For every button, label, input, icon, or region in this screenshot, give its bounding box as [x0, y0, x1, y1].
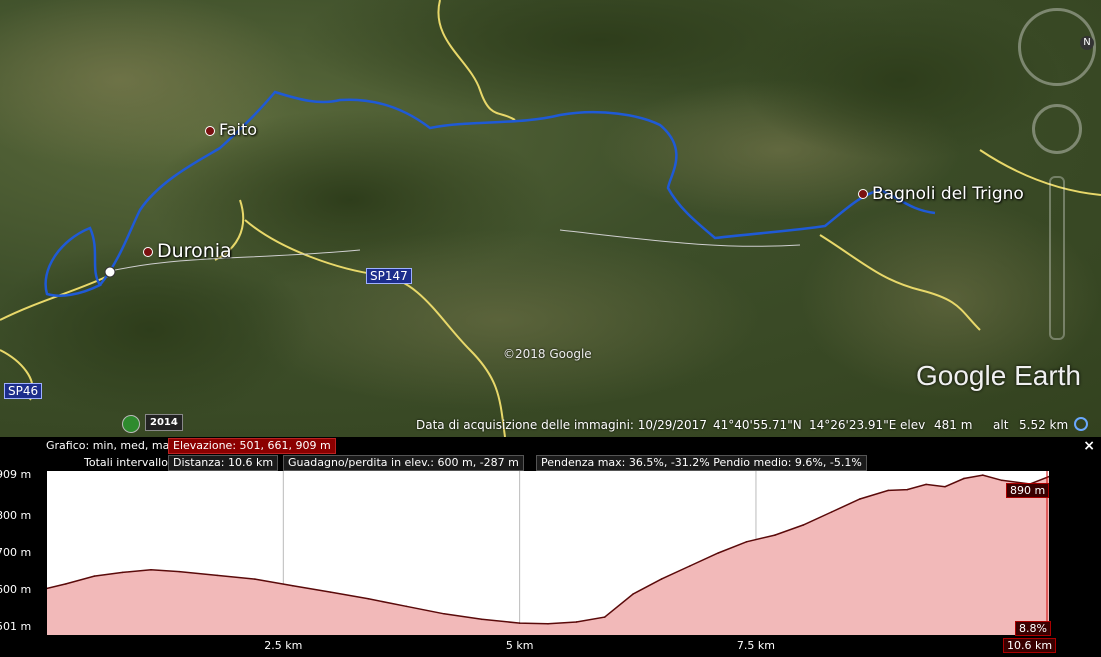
- elevation-point: [329, 591, 332, 593]
- pan-control-icon[interactable]: [1032, 104, 1082, 154]
- place-label: Faito: [219, 120, 258, 139]
- elevation-point: [603, 616, 606, 618]
- cursor-distance-label: 10.6 km: [1003, 638, 1057, 653]
- elevation-summary: Elevazione: 501, 661, 909 m: [168, 438, 336, 454]
- alt-value: 5.52 km: [1019, 418, 1069, 432]
- x-tick-label: 7.5 km: [736, 639, 775, 652]
- cursor-slope-label: 8.8%: [1015, 621, 1051, 636]
- elevation-point: [982, 474, 984, 476]
- elevation-point: [481, 618, 483, 621]
- place-label: Bagnoli del Trigno: [872, 184, 1024, 204]
- elevation-point: [1000, 479, 1003, 482]
- elevation-point: [150, 568, 152, 571]
- distance-summary: Distanza: 10.6 km: [168, 455, 279, 471]
- map-view[interactable]: Faito Duronia Bagnoli del Trigno SP147 S…: [0, 0, 1101, 437]
- copyright-text: ©2018 Google: [503, 347, 592, 361]
- elevation-point: [745, 541, 748, 543]
- elevation-point: [518, 622, 521, 624]
- north-indicator[interactable]: N: [1080, 36, 1094, 50]
- y-tick-label: 700 m: [0, 546, 32, 559]
- graph-label: Grafico: min, med, max: [46, 439, 176, 452]
- place-marker-icon: [205, 125, 215, 136]
- elevation-point: [944, 485, 946, 488]
- elevation-point: [802, 524, 805, 526]
- close-profile-button[interactable]: ×: [1083, 438, 1095, 454]
- cursor-elevation-label: 890 m: [1006, 483, 1050, 498]
- elevation-point: [547, 623, 549, 625]
- y-tick-label: 501 m: [0, 620, 32, 634]
- elevation-area: [47, 475, 1049, 635]
- y-tick-label: 600 m: [0, 583, 32, 597]
- elevation-point: [963, 477, 965, 480]
- elev-value: 481 m: [934, 418, 973, 432]
- elevation-point: [660, 578, 663, 580]
- elevation-chart[interactable]: [47, 471, 1049, 635]
- zoom-slider[interactable]: [1049, 176, 1065, 340]
- elevation-point: [717, 552, 719, 554]
- elevation-point: [178, 570, 181, 573]
- elevation-point: [859, 498, 861, 500]
- google-earth-logo: Google Earth: [916, 360, 1081, 391]
- y-tick-label: 800 m: [0, 508, 32, 522]
- elevation-point: [887, 489, 890, 492]
- navigation-controls[interactable]: N: [1018, 8, 1096, 340]
- elevation-profile-panel: Grafico: min, med, max Elevazione: 501, …: [0, 437, 1101, 657]
- elev-label: elev: [900, 418, 926, 432]
- elevation-point: [575, 621, 578, 623]
- elevation-point: [216, 574, 218, 577]
- elevation-point: [925, 483, 927, 486]
- elevation-point: [405, 605, 408, 608]
- elevation-point: [254, 578, 256, 580]
- elevation-point: [688, 565, 691, 567]
- elevation-point: [367, 598, 370, 600]
- status-bar: Data di acquisizione delle immagini: 10/…: [0, 416, 1101, 437]
- place-bagnoli[interactable]: Bagnoli del Trigno: [858, 184, 1024, 204]
- road-label-sp147: SP147: [366, 268, 412, 284]
- acquisition-date: Data di acquisizione delle immagini: 10/…: [416, 418, 707, 432]
- elevation-point: [291, 585, 294, 587]
- elevation-point: [830, 511, 833, 513]
- loading-indicator-icon: [1073, 416, 1089, 435]
- elevation-point: [93, 575, 96, 577]
- elevation-point: [632, 593, 634, 595]
- elevation-point: [65, 583, 67, 585]
- road-label-sp46: SP46: [4, 383, 43, 399]
- place-duronia[interactable]: Duronia: [143, 240, 232, 262]
- gain-loss-summary: Guadagno/perdita in elev.: 600 m, -287 m: [283, 455, 524, 471]
- elevation-point: [121, 571, 124, 574]
- slope-summary: Pendenza max: 36.5%, -31.2% Pendio medio…: [536, 455, 867, 471]
- place-faito[interactable]: Faito: [205, 120, 257, 139]
- elevation-point: [443, 612, 445, 615]
- place-label: Duronia: [157, 240, 232, 262]
- y-tick-label: 909 m: [0, 468, 32, 482]
- latitude-readout: 41°40'55.71"N: [713, 418, 802, 432]
- place-marker-icon: [143, 246, 153, 257]
- totals-label: Totali intervallo:: [84, 456, 172, 469]
- elevation-point: [774, 534, 776, 536]
- place-marker-icon: [858, 189, 868, 199]
- x-tick-label: 2.5 km: [264, 639, 303, 652]
- alt-label: alt: [993, 418, 1009, 432]
- elevation-point: [906, 488, 909, 491]
- x-tick-label: 5 km: [505, 639, 534, 652]
- longitude-readout: 14°26'23.91"E: [809, 418, 897, 432]
